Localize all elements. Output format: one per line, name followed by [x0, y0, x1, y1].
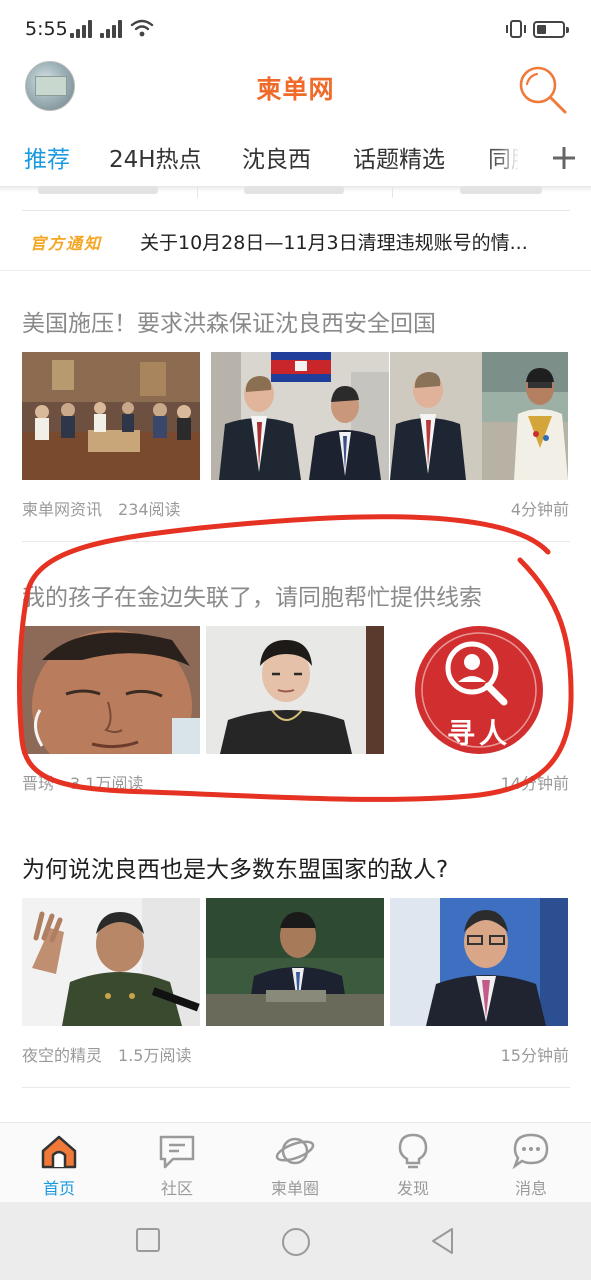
chat-edit-icon [159, 1135, 195, 1169]
nav-label: 首页 [42, 1179, 75, 1198]
article-time: 14分钟前 [500, 774, 569, 793]
article-thumbnail[interactable] [390, 898, 568, 1026]
signal-icon [100, 20, 126, 38]
nav-label: 发现 [396, 1179, 429, 1198]
nav-label: 社区 [160, 1179, 193, 1198]
article-thumbnail[interactable]: 寻人 [390, 626, 568, 754]
article-card[interactable]: 为何说沈良西也是大多数东盟国家的敌人? 夜空的精灵 1.5万阅读 15分钟前 [0, 850, 591, 1088]
nav-home[interactable]: 首页 [0, 1123, 118, 1203]
nav-discover[interactable]: 发现 [354, 1123, 472, 1203]
home-button-icon[interactable] [280, 1226, 312, 1258]
article-thumbnail[interactable] [206, 626, 384, 754]
add-tab-button[interactable] [518, 130, 591, 186]
article-time: 4分钟前 [510, 500, 569, 519]
article-meta: 柬单网资讯 234阅读 [22, 496, 181, 520]
lightbulb-icon [398, 1133, 428, 1169]
article-author[interactable]: 夜空的精灵 [22, 1046, 102, 1065]
status-bar: 5:55 [0, 0, 591, 58]
nav-circle[interactable]: 柬单圈 [236, 1123, 354, 1203]
app-header: 柬单网 [0, 58, 591, 118]
article-author[interactable]: 柬单网资讯 [22, 500, 102, 519]
tab-24h-hot[interactable]: 24H热点 [109, 140, 202, 174]
system-navigation-bar [0, 1202, 591, 1280]
planet-icon [275, 1137, 315, 1165]
article-card[interactable]: 我的孩子在金边失联了，请同胞帮忙提供线索 寻人 晋琇 3.1万阅读 14分钟前 [0, 578, 591, 816]
app-title: 柬单网 [256, 75, 335, 104]
article-thumbnail[interactable] [206, 898, 384, 1026]
notice-badge: 官方通知 [30, 234, 103, 253]
notice-text[interactable]: 关于10月28日—11月3日清理违规账号的情... [140, 228, 570, 255]
article-time: 15分钟前 [500, 1046, 569, 1065]
category-tabs: 推荐 24H热点 沈良西 话题精选 同胞 [0, 130, 591, 186]
article-meta: 夜空的精灵 1.5万阅读 [22, 1042, 191, 1066]
official-notice[interactable]: 官方通知 关于10月28日—11月3日清理违规账号的情... [0, 222, 591, 262]
tab-sam-rainsy[interactable]: 沈良西 [242, 140, 311, 174]
article-thumbnail[interactable] [22, 626, 200, 754]
battery-icon [533, 21, 569, 38]
nav-label: 柬单圈 [270, 1179, 319, 1198]
tab-topics[interactable]: 话题精选 [353, 140, 445, 174]
back-icon[interactable] [428, 1226, 458, 1256]
divider [22, 210, 570, 211]
bottom-navigation: 首页 社区 柬单圈 发现 消息 [0, 1122, 591, 1202]
article-title[interactable]: 我的孩子在金边失联了，请同胞帮忙提供线索 [22, 578, 570, 612]
search-icon[interactable] [515, 62, 569, 116]
plus-icon [553, 147, 575, 169]
article-reads: 234阅读 [118, 500, 181, 519]
badge-text: 寻人 [446, 717, 511, 750]
article-card[interactable]: 美国施压！要求洪森保证沈良西安全回国 柬单网资讯 234阅读 4分钟前 [0, 304, 591, 542]
divider [0, 270, 591, 271]
article-thumbnail[interactable] [211, 352, 389, 480]
scrolled-content-fragment [22, 186, 570, 198]
divider [22, 541, 570, 542]
article-title[interactable]: 为何说沈良西也是大多数东盟国家的敌人? [22, 850, 570, 884]
article-reads: 3.1万阅读 [70, 774, 144, 793]
status-time: 5:55 [25, 18, 68, 40]
article-thumbnail[interactable] [22, 352, 200, 480]
signal-icon [70, 20, 96, 38]
article-author[interactable]: 晋琇 [22, 774, 54, 793]
recent-apps-icon[interactable] [134, 1226, 162, 1254]
article-meta: 晋琇 3.1万阅读 [22, 770, 143, 794]
divider [22, 1087, 570, 1088]
article-reads: 1.5万阅读 [118, 1046, 192, 1065]
nav-community[interactable]: 社区 [118, 1123, 236, 1203]
article-title[interactable]: 美国施压！要求洪森保证沈良西安全回国 [22, 304, 570, 338]
app-screen: 5:55 柬单网 推荐 24H热点 沈良西 话题精选 同胞 官方通知 关于10月… [0, 0, 591, 1280]
wifi-icon [130, 19, 154, 37]
nav-messages[interactable]: 消息 [472, 1123, 590, 1203]
vibrate-icon [506, 20, 526, 38]
home-icon [41, 1135, 77, 1169]
message-icon [512, 1133, 549, 1170]
article-thumbnail[interactable] [390, 352, 568, 480]
nav-label: 消息 [514, 1179, 547, 1198]
article-thumbnail[interactable] [22, 898, 200, 1026]
tab-recommended[interactable]: 推荐 [24, 140, 70, 174]
